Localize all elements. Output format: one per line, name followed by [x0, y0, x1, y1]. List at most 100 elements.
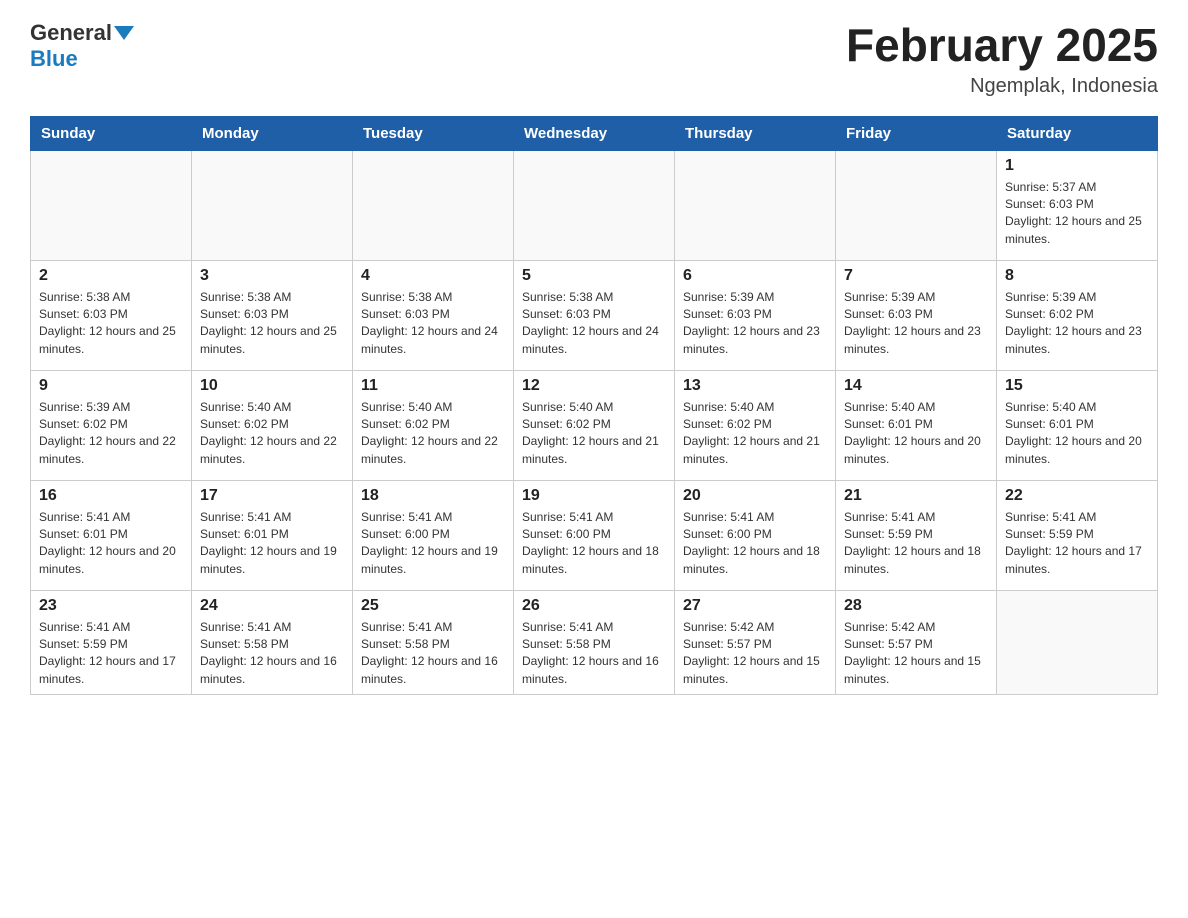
day-info: Sunrise: 5:40 AM Sunset: 6:02 PM Dayligh…	[683, 399, 827, 469]
day-number: 23	[39, 597, 183, 615]
day-number: 19	[522, 487, 666, 505]
day-cell: 6 Sunrise: 5:39 AM Sunset: 6:03 PM Daylig…	[675, 260, 836, 370]
day-number: 11	[361, 377, 505, 395]
day-info: Sunrise: 5:41 AM Sunset: 5:59 PM Dayligh…	[1005, 509, 1149, 579]
header-cell-monday: Monday	[192, 116, 353, 150]
calendar-body: 1 Sunrise: 5:37 AM Sunset: 6:03 PM Daylig…	[31, 150, 1158, 695]
day-number: 26	[522, 597, 666, 615]
day-info: Sunrise: 5:42 AM Sunset: 5:57 PM Dayligh…	[683, 619, 827, 689]
day-info: Sunrise: 5:41 AM Sunset: 6:00 PM Dayligh…	[683, 509, 827, 579]
day-cell: 9 Sunrise: 5:39 AM Sunset: 6:02 PM Daylig…	[31, 370, 192, 480]
header-cell-thursday: Thursday	[675, 116, 836, 150]
day-number: 4	[361, 267, 505, 285]
day-number: 18	[361, 487, 505, 505]
day-cell: 8 Sunrise: 5:39 AM Sunset: 6:02 PM Daylig…	[997, 260, 1158, 370]
day-cell: 5 Sunrise: 5:38 AM Sunset: 6:03 PM Daylig…	[514, 260, 675, 370]
day-cell	[353, 150, 514, 260]
day-info: Sunrise: 5:39 AM Sunset: 6:03 PM Dayligh…	[683, 289, 827, 359]
header-cell-sunday: Sunday	[31, 116, 192, 150]
day-cell: 2 Sunrise: 5:38 AM Sunset: 6:03 PM Daylig…	[31, 260, 192, 370]
day-cell	[192, 150, 353, 260]
day-number: 13	[683, 377, 827, 395]
day-number: 25	[361, 597, 505, 615]
header-row: SundayMondayTuesdayWednesdayThursdayFrid…	[31, 116, 1158, 150]
day-number: 7	[844, 267, 988, 285]
day-info: Sunrise: 5:37 AM Sunset: 6:03 PM Dayligh…	[1005, 179, 1149, 249]
day-info: Sunrise: 5:41 AM Sunset: 5:58 PM Dayligh…	[361, 619, 505, 689]
day-info: Sunrise: 5:38 AM Sunset: 6:03 PM Dayligh…	[200, 289, 344, 359]
day-info: Sunrise: 5:41 AM Sunset: 5:58 PM Dayligh…	[200, 619, 344, 689]
day-cell: 10Sunrise: 5:40 AM Sunset: 6:02 PM Dayli…	[192, 370, 353, 480]
day-number: 16	[39, 487, 183, 505]
day-cell: 16 Sunrise: 5:41 AM Sunset: 6:01 PM Dayli…	[31, 480, 192, 590]
header-cell-saturday: Saturday	[997, 116, 1158, 150]
header-cell-tuesday: Tuesday	[353, 116, 514, 150]
week-row-1: 2 Sunrise: 5:38 AM Sunset: 6:03 PM Daylig…	[31, 260, 1158, 370]
day-number: 9	[39, 377, 183, 395]
day-info: Sunrise: 5:41 AM Sunset: 6:01 PM Dayligh…	[200, 509, 344, 579]
day-info: Sunrise: 5:40 AM Sunset: 6:01 PM Dayligh…	[1005, 399, 1149, 469]
day-cell: 24 Sunrise: 5:41 AM Sunset: 5:58 PM Dayli…	[192, 590, 353, 695]
day-info: Sunrise: 5:38 AM Sunset: 6:03 PM Dayligh…	[361, 289, 505, 359]
day-cell	[514, 150, 675, 260]
day-info: Sunrise: 5:38 AM Sunset: 6:03 PM Dayligh…	[39, 289, 183, 359]
day-cell: 11 Sunrise: 5:40 AM Sunset: 6:02 PM Dayli…	[353, 370, 514, 480]
day-cell: 17 Sunrise: 5:41 AM Sunset: 6:01 PM Dayli…	[192, 480, 353, 590]
day-info: Sunrise: 5:39 AM Sunset: 6:02 PM Dayligh…	[1005, 289, 1149, 359]
day-info: Sunrise: 5:40 AM Sunset: 6:02 PM Dayligh…	[361, 399, 505, 469]
day-number: 27	[683, 597, 827, 615]
day-info: Sunrise: 5:39 AM Sunset: 6:02 PM Dayligh…	[39, 399, 183, 469]
day-cell: 26Sunrise: 5:41 AM Sunset: 5:58 PM Dayli…	[514, 590, 675, 695]
header-cell-friday: Friday	[836, 116, 997, 150]
day-info: Sunrise: 5:40 AM Sunset: 6:02 PM Dayligh…	[522, 399, 666, 469]
day-cell: 22 Sunrise: 5:41 AM Sunset: 5:59 PM Dayli…	[997, 480, 1158, 590]
day-info: Sunrise: 5:41 AM Sunset: 5:59 PM Dayligh…	[39, 619, 183, 689]
day-cell	[836, 150, 997, 260]
logo-general-text: General	[30, 20, 112, 46]
day-cell: 3Sunrise: 5:38 AM Sunset: 6:03 PM Daylig…	[192, 260, 353, 370]
day-info: Sunrise: 5:41 AM Sunset: 6:00 PM Dayligh…	[522, 509, 666, 579]
day-number: 22	[1005, 487, 1149, 505]
day-cell: 13 Sunrise: 5:40 AM Sunset: 6:02 PM Dayli…	[675, 370, 836, 480]
day-info: Sunrise: 5:41 AM Sunset: 5:59 PM Dayligh…	[844, 509, 988, 579]
day-cell: 12 Sunrise: 5:40 AM Sunset: 6:02 PM Dayli…	[514, 370, 675, 480]
week-row-4: 23 Sunrise: 5:41 AM Sunset: 5:59 PM Dayli…	[31, 590, 1158, 695]
logo-arrow-icon	[114, 26, 134, 40]
day-cell: 14Sunrise: 5:40 AM Sunset: 6:01 PM Dayli…	[836, 370, 997, 480]
day-cell: 23 Sunrise: 5:41 AM Sunset: 5:59 PM Dayli…	[31, 590, 192, 695]
logo-text: General	[30, 20, 134, 46]
month-title: February 2025	[846, 20, 1158, 71]
location: Ngemplak, Indonesia	[846, 75, 1158, 98]
day-cell: 4 Sunrise: 5:38 AM Sunset: 6:03 PM Daylig…	[353, 260, 514, 370]
week-row-0: 1 Sunrise: 5:37 AM Sunset: 6:03 PM Daylig…	[31, 150, 1158, 260]
day-cell: 28 Sunrise: 5:42 AM Sunset: 5:57 PM Dayli…	[836, 590, 997, 695]
day-number: 24	[200, 597, 344, 615]
day-number: 21	[844, 487, 988, 505]
day-number: 8	[1005, 267, 1149, 285]
day-info: Sunrise: 5:41 AM Sunset: 6:00 PM Dayligh…	[361, 509, 505, 579]
day-number: 1	[1005, 157, 1149, 175]
day-cell: 19 Sunrise: 5:41 AM Sunset: 6:00 PM Dayli…	[514, 480, 675, 590]
day-number: 6	[683, 267, 827, 285]
day-info: Sunrise: 5:38 AM Sunset: 6:03 PM Dayligh…	[522, 289, 666, 359]
day-cell: 25 Sunrise: 5:41 AM Sunset: 5:58 PM Dayli…	[353, 590, 514, 695]
day-cell: 1 Sunrise: 5:37 AM Sunset: 6:03 PM Daylig…	[997, 150, 1158, 260]
day-cell	[997, 590, 1158, 695]
day-number: 17	[200, 487, 344, 505]
day-cell: 27 Sunrise: 5:42 AM Sunset: 5:57 PM Dayli…	[675, 590, 836, 695]
day-number: 15	[1005, 377, 1149, 395]
day-number: 12	[522, 377, 666, 395]
week-row-2: 9 Sunrise: 5:39 AM Sunset: 6:02 PM Daylig…	[31, 370, 1158, 480]
header-cell-wednesday: Wednesday	[514, 116, 675, 150]
day-number: 2	[39, 267, 183, 285]
day-number: 28	[844, 597, 988, 615]
day-number: 5	[522, 267, 666, 285]
day-info: Sunrise: 5:41 AM Sunset: 6:01 PM Dayligh…	[39, 509, 183, 579]
day-number: 20	[683, 487, 827, 505]
day-cell: 18 Sunrise: 5:41 AM Sunset: 6:00 PM Dayli…	[353, 480, 514, 590]
day-cell: 20 Sunrise: 5:41 AM Sunset: 6:00 PM Dayli…	[675, 480, 836, 590]
day-info: Sunrise: 5:40 AM Sunset: 6:01 PM Dayligh…	[844, 399, 988, 469]
day-info: Sunrise: 5:42 AM Sunset: 5:57 PM Dayligh…	[844, 619, 988, 689]
title-area: February 2025 Ngemplak, Indonesia	[846, 20, 1158, 98]
calendar-header: SundayMondayTuesdayWednesdayThursdayFrid…	[31, 116, 1158, 150]
